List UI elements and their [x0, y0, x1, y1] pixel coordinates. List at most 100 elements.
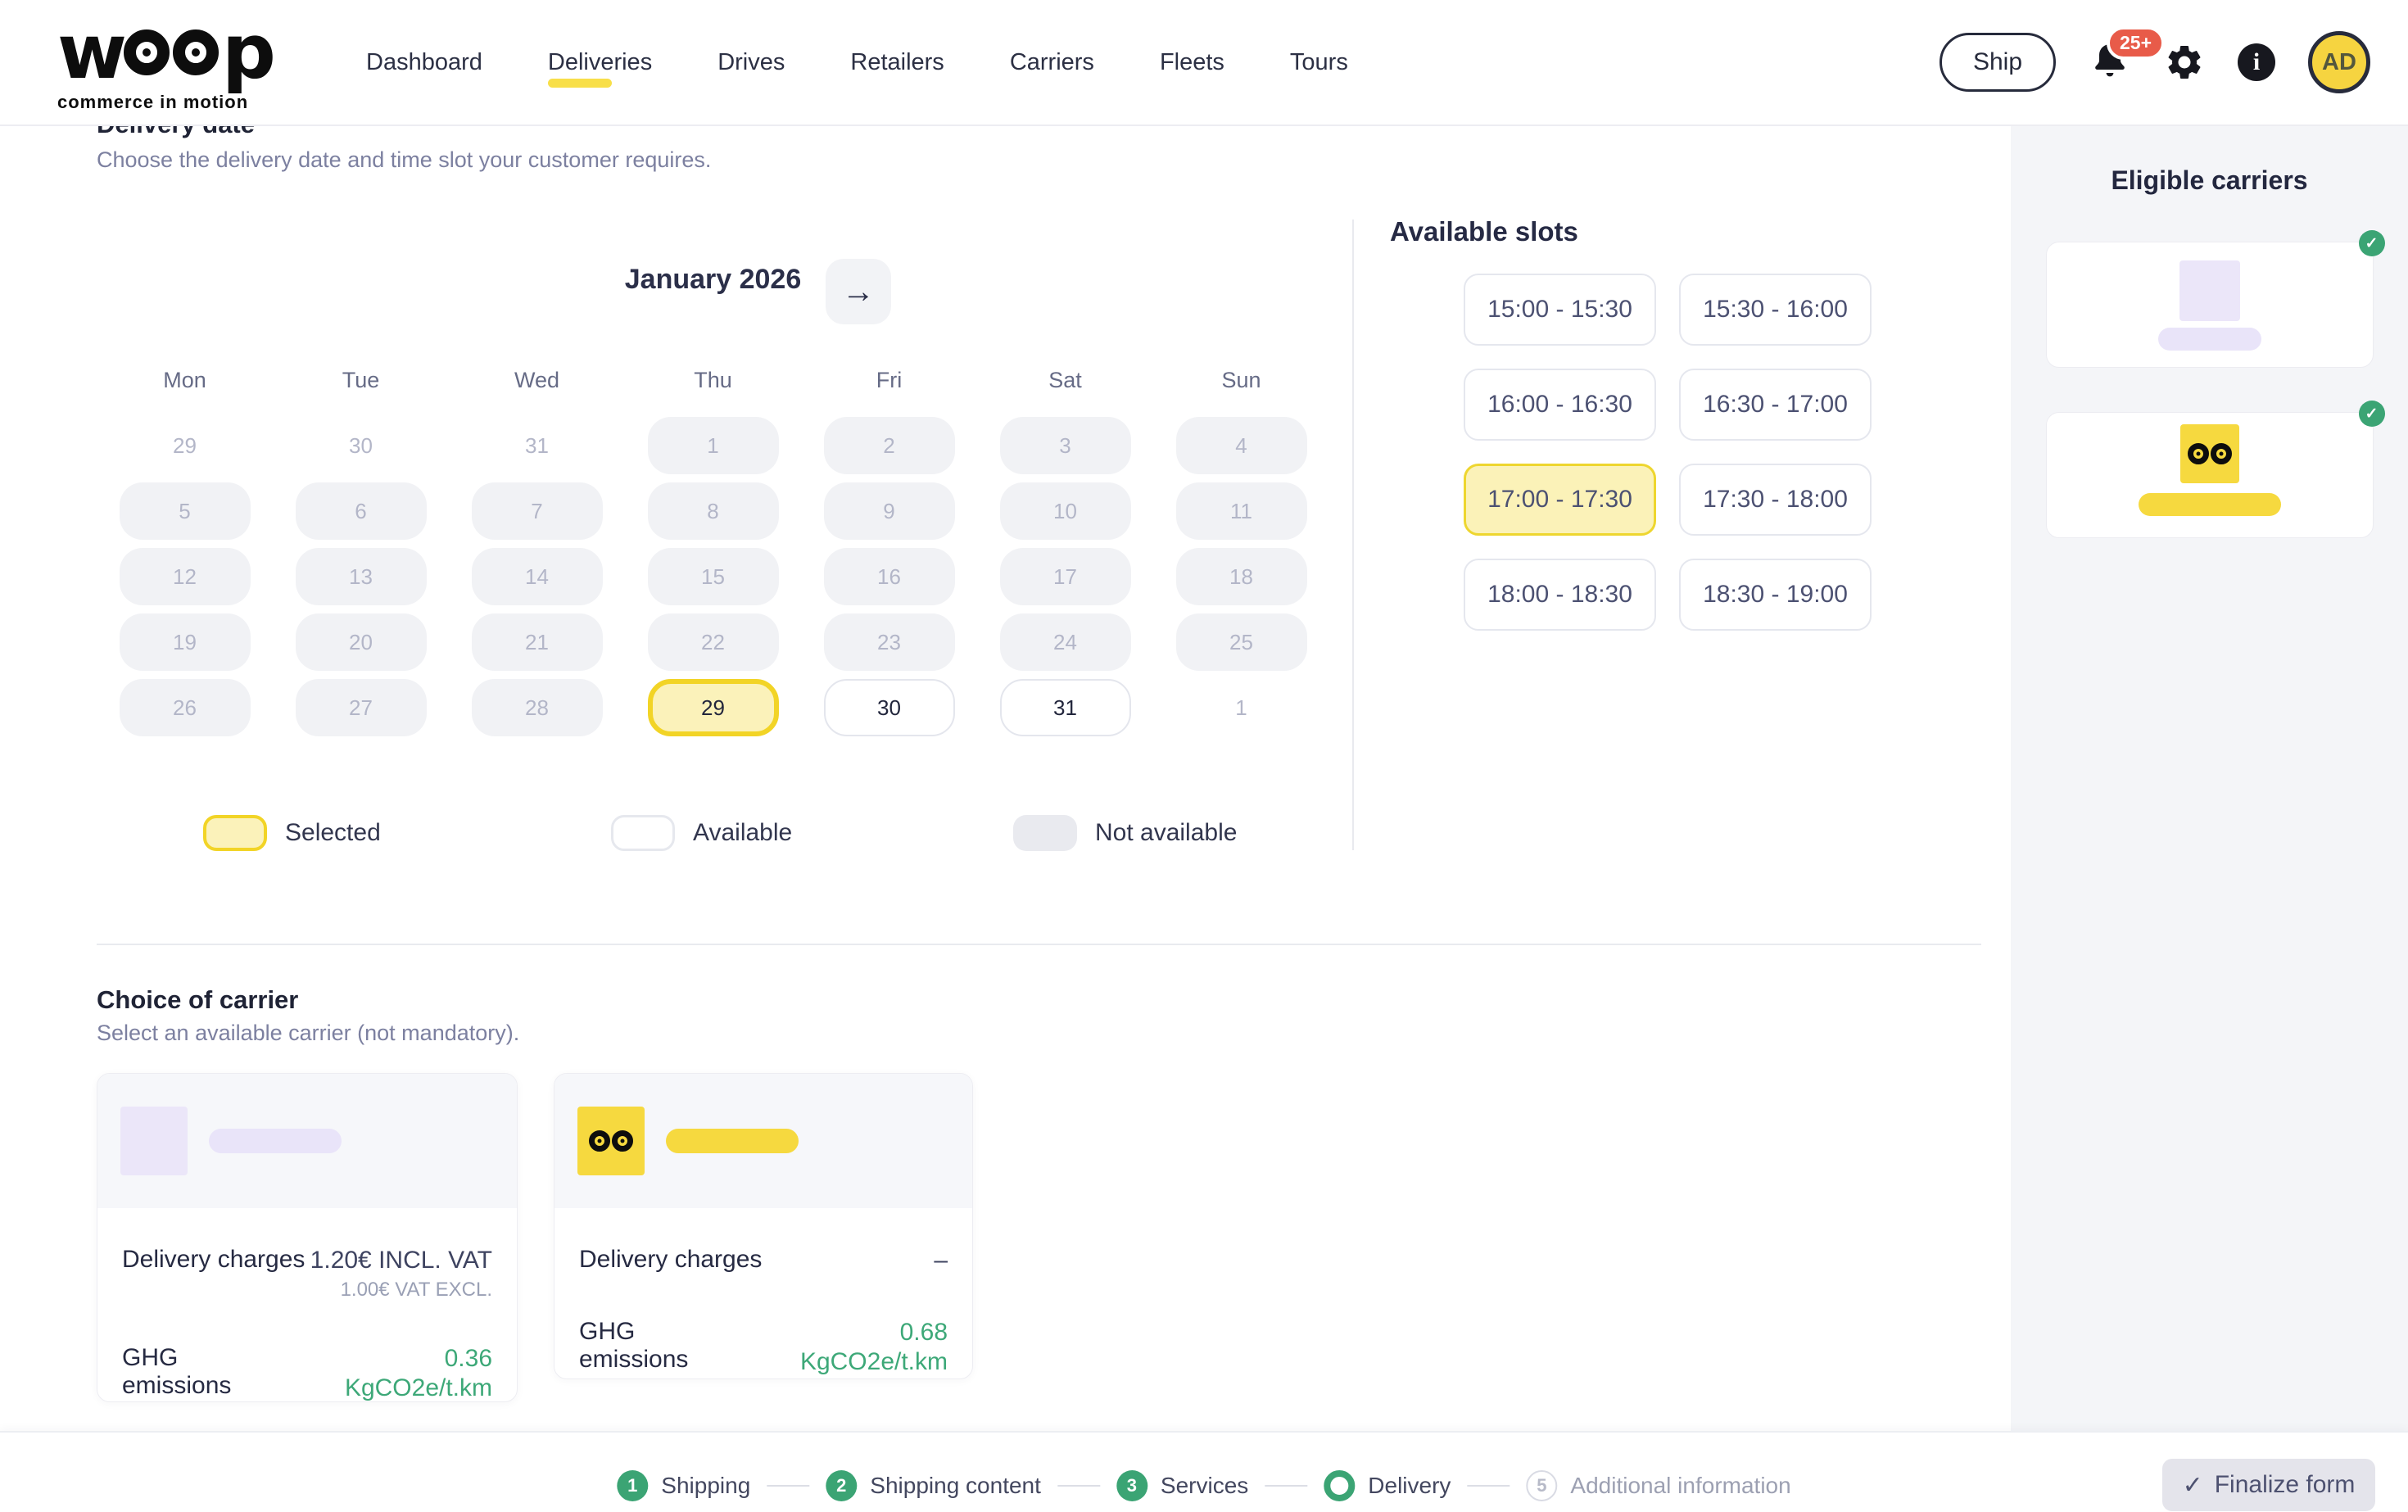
calendar-day-29-selected[interactable]: 29: [647, 679, 779, 736]
woop-logo-word: w p: [57, 8, 276, 96]
calendar-cell: 1: [1153, 675, 1329, 740]
calendar-cell: 22: [625, 609, 801, 675]
calendar-day-25-disabled: 25: [1175, 613, 1307, 671]
calendar-cell: 8: [625, 478, 801, 544]
step-connector: [1057, 1485, 1100, 1487]
calendar-cell: 21: [449, 609, 625, 675]
nav-item-deliveries[interactable]: Deliveries: [547, 33, 652, 93]
woop-eye-icon: [2187, 443, 2209, 464]
calendar-cell: 24: [977, 609, 1153, 675]
woop-carrier-logo: [577, 1107, 645, 1175]
nav-item-drives[interactable]: Drives: [717, 33, 785, 93]
step-label: Delivery: [1368, 1473, 1451, 1498]
calendar-day-10-disabled: 10: [999, 482, 1131, 540]
calendar-cell: 11: [1153, 478, 1329, 544]
calendar-cell: 14: [449, 544, 625, 609]
calendar-day-8-disabled: 8: [647, 482, 779, 540]
carrier-logo-area: [97, 1074, 517, 1208]
woop-carrier-logo: [2179, 424, 2239, 483]
delivery-date-subtitle: Choose the delivery date and time slot y…: [97, 147, 712, 172]
calendar-day-20-disabled: 20: [295, 613, 427, 671]
calendar-day-3-disabled: 3: [999, 417, 1131, 474]
finalize-form-button[interactable]: ✓ Finalize form: [2162, 1459, 2375, 1511]
calendar-day-30-available[interactable]: 30: [823, 679, 955, 736]
calendar-cell: 2: [801, 413, 977, 478]
step-label: Services: [1160, 1473, 1249, 1498]
weekday-header: Tue: [342, 367, 380, 392]
available-slots-title: Available slots: [1390, 216, 1578, 247]
time-slot-1530to1600[interactable]: 15:30 - 16:00: [1679, 274, 1872, 346]
step-services[interactable]: 3 Services: [1116, 1470, 1248, 1501]
legend-label: Not available: [1095, 819, 1238, 846]
time-slot-1730to1800[interactable]: 17:30 - 18:00: [1679, 464, 1872, 536]
legend-label: Available: [693, 819, 793, 846]
carrier-card-option-2[interactable]: Delivery charges – GHG emissions 0.68 Kg…: [554, 1073, 973, 1379]
carrier-logo-area: [554, 1074, 972, 1208]
nav-item-carriers[interactable]: Carriers: [1010, 33, 1094, 93]
calendar-cell: 20: [273, 609, 449, 675]
calendar-day-23-disabled: 23: [823, 613, 955, 671]
horizontal-divider: [97, 944, 1981, 945]
notification-count-badge: 25+: [2107, 26, 2166, 60]
step-shipping-content[interactable]: 2 Shipping content: [826, 1470, 1041, 1501]
carrier-card-option-1[interactable]: Delivery charges 1.20€ INCL. VAT 1.00€ V…: [97, 1073, 518, 1402]
time-slot-1600to1630[interactable]: 16:00 - 16:30: [1464, 369, 1656, 441]
eligible-carrier-card-1[interactable]: ✓: [2045, 230, 2385, 368]
step-shipping[interactable]: 1 Shipping: [617, 1470, 750, 1501]
calendar-day-31-outside: 31: [525, 432, 549, 458]
user-avatar[interactable]: AD: [2308, 31, 2370, 93]
calendar-next-month-button[interactable]: →: [826, 259, 891, 324]
calendar-cell: 23: [801, 609, 977, 675]
step-delivery[interactable]: Delivery: [1324, 1470, 1451, 1501]
calendar-day-24-disabled: 24: [999, 613, 1131, 671]
calendar-day-22-disabled: 22: [647, 613, 779, 671]
step-indicator: [1324, 1470, 1356, 1501]
calendar-cell: 3: [977, 413, 1153, 478]
calendar-cell: 27: [273, 675, 449, 740]
notifications-button[interactable]: 25+: [2089, 26, 2166, 85]
calendar-cell: 29: [97, 413, 273, 478]
calendar-day-29-outside: 29: [173, 432, 197, 458]
calendar-day-31-available[interactable]: 31: [999, 679, 1131, 736]
ship-button[interactable]: Ship: [1939, 33, 2056, 92]
calendar-day-28-disabled: 28: [471, 679, 603, 736]
carrier-logo-placeholder: [2179, 260, 2240, 321]
woop-logo[interactable]: w p commerce in motion: [57, 8, 276, 113]
header-actions: Ship 25+ i AD: [1939, 0, 2370, 124]
woop-eye-icon: [589, 1130, 610, 1152]
time-slot-1800to1830[interactable]: 18:00 - 18:30: [1464, 559, 1656, 631]
form-footer-bar: 1 Shipping 2 Shipping content 3 Services Deliv…: [0, 1431, 2408, 1512]
nav-item-retailers[interactable]: Retailers: [850, 33, 944, 93]
calendar-cell: 17: [977, 544, 1153, 609]
step-connector: [1265, 1485, 1308, 1487]
time-slot-1700to1730[interactable]: 17:00 - 17:30: [1464, 464, 1656, 536]
calendar-cell: 16: [801, 544, 977, 609]
nav-item-dashboard[interactable]: Dashboard: [366, 33, 482, 93]
eligible-carrier-card-2[interactable]: ✓: [2045, 401, 2385, 538]
calendar-cell: 1: [625, 413, 801, 478]
woop-eye-icon: [2210, 443, 2232, 464]
step-connector: [767, 1485, 810, 1487]
delivery-charges-value: –: [934, 1247, 948, 1274]
ghg-emissions-value: 0.68 KgCO2e/t.km: [799, 1319, 948, 1375]
calendar-cell: 19: [97, 609, 273, 675]
carrier-card-details: Delivery charges – GHG emissions 0.68 Kg…: [554, 1208, 972, 1377]
settings-button[interactable]: [2164, 42, 2205, 83]
time-slot-1830to1900[interactable]: 18:30 - 19:00: [1679, 559, 1872, 631]
time-slot-1630to1700[interactable]: 16:30 - 17:00: [1679, 369, 1872, 441]
delivery-charges-value: 1.20€ INCL. VAT: [310, 1247, 492, 1274]
calendar-day-1-outside: 1: [1235, 695, 1247, 720]
legend-swatch-not-available: [1013, 815, 1077, 851]
choice-of-carrier-subtitle: Select an available carrier (not mandato…: [97, 1021, 520, 1045]
check-icon: ✓: [2182, 1471, 2203, 1499]
legend-swatch-available: [611, 815, 675, 851]
calendar-day-9-disabled: 9: [823, 482, 955, 540]
time-slot-1500to1530[interactable]: 15:00 - 15:30: [1464, 274, 1656, 346]
gear-icon: [2168, 46, 2201, 79]
logo-eye-icon: [173, 29, 219, 75]
info-button[interactable]: i: [2238, 43, 2275, 81]
nav-item-fleets[interactable]: Fleets: [1160, 33, 1224, 93]
logo-letter-w: w: [57, 8, 127, 96]
nav-item-tours[interactable]: Tours: [1290, 33, 1348, 93]
calendar-cell: 10: [977, 478, 1153, 544]
